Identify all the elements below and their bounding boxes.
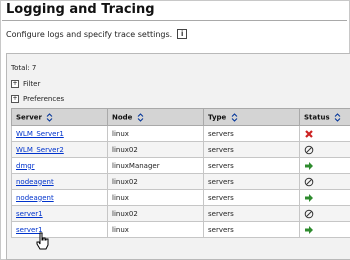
server-link[interactable]: WLM_Server1 <box>16 130 64 138</box>
servers-table: Server Node Type Status WLM_Server1 linux… <box>11 108 350 238</box>
status-cell <box>299 205 350 222</box>
type-cell: servers <box>203 205 300 222</box>
column-header-status[interactable]: Status <box>299 108 350 126</box>
server-cell: nodeagent <box>11 189 108 206</box>
status-cell <box>299 157 350 174</box>
server-link[interactable]: nodeagent <box>16 194 54 202</box>
unavailable-status-icon <box>304 209 314 218</box>
sort-icon[interactable] <box>334 112 341 122</box>
server-cell: dmgr <box>11 157 108 174</box>
description-text: Configure logs and specify trace setting… <box>6 29 173 39</box>
column-header-type[interactable]: Type <box>203 108 300 126</box>
node-cell: linux <box>107 189 204 206</box>
preferences-toggle[interactable]: + Preferences <box>11 95 64 103</box>
unavailable-status-icon <box>304 145 314 154</box>
title-divider <box>2 20 347 21</box>
started-status-icon <box>305 161 313 170</box>
sort-icon[interactable] <box>231 112 238 122</box>
table-row: dmgr linuxManager servers <box>11 157 350 174</box>
sort-icon[interactable] <box>137 112 144 122</box>
total-count: Total: 7 <box>11 64 37 72</box>
node-cell: linuxManager <box>107 157 204 174</box>
started-status-icon <box>305 225 313 234</box>
page-description: Configure logs and specify trace setting… <box>6 29 188 39</box>
table-row: server1 linux02 servers <box>11 205 350 222</box>
status-cell <box>299 189 350 206</box>
info-icon[interactable]: i <box>177 29 188 39</box>
table-row: nodeagent linux02 servers <box>11 173 350 190</box>
status-cell <box>299 173 350 190</box>
expand-plus-icon: + <box>11 95 19 103</box>
filter-label: Filter <box>23 80 41 88</box>
server-cell: server1 <box>11 221 108 238</box>
server-cell: WLM_Server1 <box>11 125 108 142</box>
node-cell: linux <box>107 221 204 238</box>
node-cell: linux02 <box>107 141 204 158</box>
type-cell: servers <box>203 189 300 206</box>
column-header-node[interactable]: Node <box>107 108 204 126</box>
server-cell: WLM_Server2 <box>11 141 108 158</box>
type-cell: servers <box>203 221 300 238</box>
status-cell <box>299 125 350 142</box>
status-cell <box>299 141 350 158</box>
server-link[interactable]: nodeagent <box>16 178 54 186</box>
table-row: nodeagent linux servers <box>11 189 350 206</box>
server-link[interactable]: server1 <box>16 210 43 218</box>
status-cell <box>299 221 350 238</box>
table-row: server1 linux servers <box>11 221 350 238</box>
type-cell: servers <box>203 125 300 142</box>
unavailable-status-icon <box>304 177 314 186</box>
sort-icon[interactable] <box>46 112 53 122</box>
column-header-server[interactable]: Server <box>11 108 108 126</box>
server-cell: nodeagent <box>11 173 108 190</box>
started-status-icon <box>305 193 313 202</box>
type-cell: servers <box>203 157 300 174</box>
type-cell: servers <box>203 141 300 158</box>
stopped-status-icon <box>305 129 313 138</box>
table-row: WLM_Server2 linux02 servers <box>11 141 350 158</box>
filter-toggle[interactable]: + Filter <box>11 80 40 88</box>
node-cell: linux02 <box>107 173 204 190</box>
server-link[interactable]: WLM_Server2 <box>16 146 64 154</box>
server-link[interactable]: dmgr <box>16 162 35 170</box>
page-title: Logging and Tracing <box>6 2 155 17</box>
hand-cursor-icon <box>36 232 49 250</box>
type-cell: servers <box>203 173 300 190</box>
node-cell: linux02 <box>107 205 204 222</box>
table-header-row: Server Node Type Status <box>11 108 350 126</box>
node-cell: linux <box>107 125 204 142</box>
expand-plus-icon: + <box>11 80 19 88</box>
preferences-label: Preferences <box>23 95 65 103</box>
server-cell: server1 <box>11 205 108 222</box>
table-row: WLM_Server1 linux servers <box>11 125 350 142</box>
